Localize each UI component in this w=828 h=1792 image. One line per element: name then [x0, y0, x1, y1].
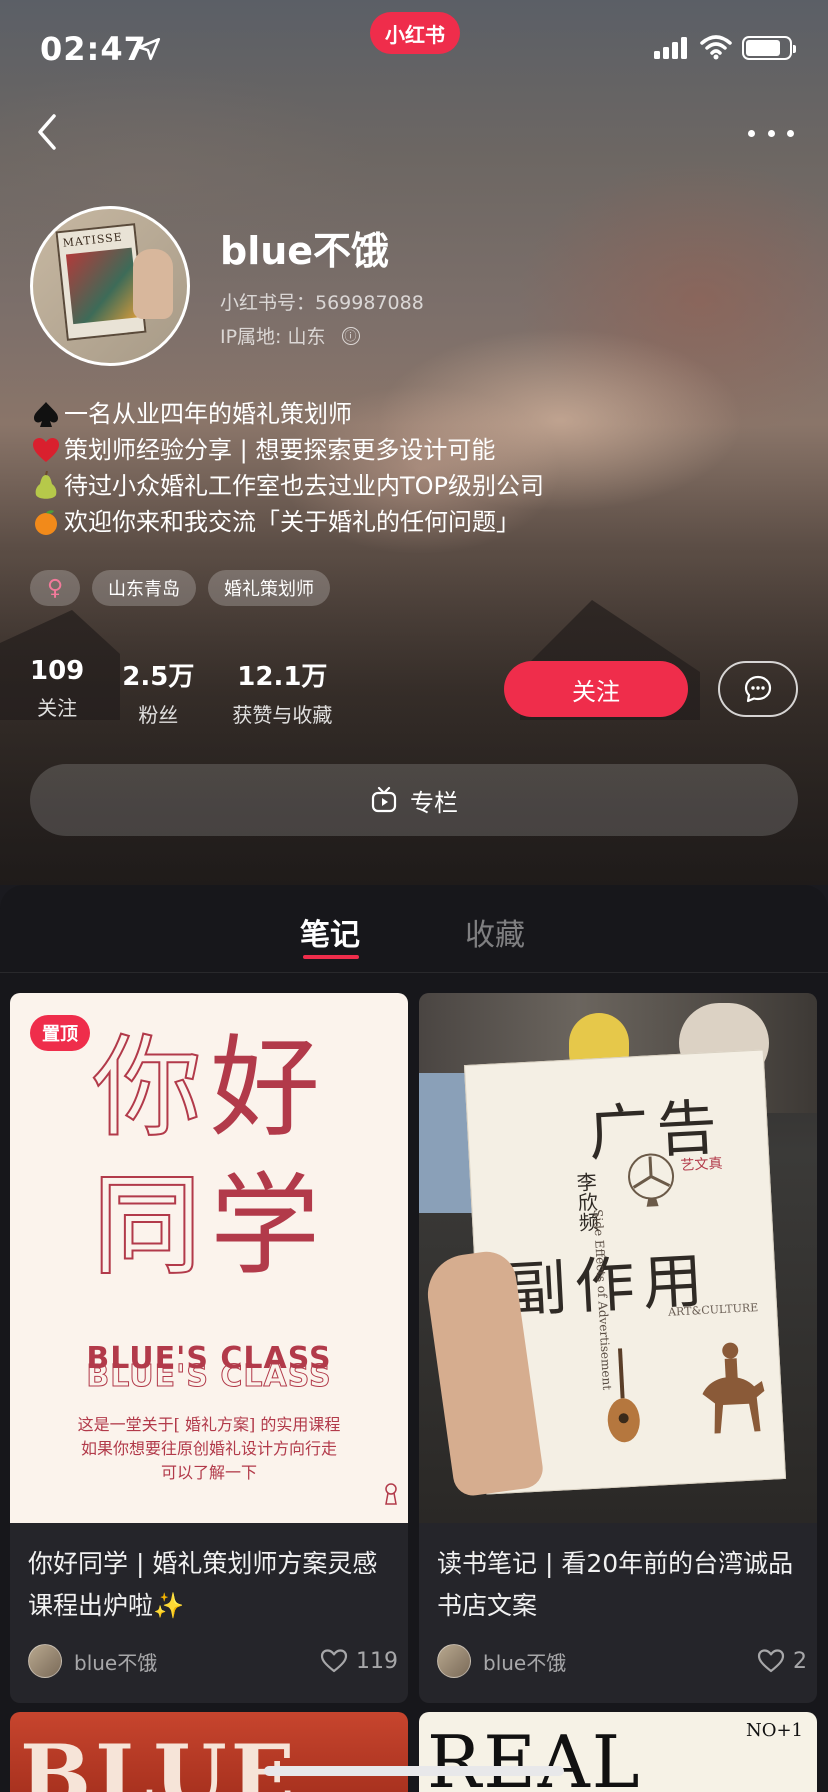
cover-desc-line: 可以了解一下	[160, 1463, 257, 1482]
job-tag[interactable]: 婚礼策划师	[208, 570, 330, 606]
book-tag: 艺文真	[680, 1155, 723, 1174]
heart-icon	[30, 434, 62, 466]
cover-desc-line: 这是一堂关于[ 婚礼方案] 的实用课程	[77, 1415, 341, 1434]
pinned-badge: 置顶	[30, 1015, 90, 1051]
like-count: 2	[793, 1648, 807, 1674]
stat-number: 12.1万	[237, 662, 328, 692]
message-button[interactable]	[718, 661, 798, 717]
gender-tag: ♀	[30, 570, 80, 606]
cellular-signal-icon	[654, 37, 687, 59]
follow-button[interactable]: 关注	[504, 661, 688, 717]
tab-divider	[0, 972, 828, 973]
note-meta: blue不饿 119	[28, 1643, 398, 1679]
spade-icon	[30, 398, 62, 430]
bio-text: 欢迎你来和我交流「关于婚礼的任何问题」	[64, 508, 520, 536]
bio-line: 策划师经验分享 | 想要探索更多设计可能	[30, 432, 790, 468]
profile-stats: 109 关注 2.5万 粉丝 12.1万 获赞与收藏	[30, 656, 370, 728]
stat-likes-collects[interactable]: 12.1万 获赞与收藏	[232, 656, 332, 728]
fan-illustration	[628, 1153, 675, 1207]
note-cover: 广告 艺文真 李欣频 副作用 Side Effects of Advertise…	[419, 993, 817, 1523]
profile-ip-location: IP属地: 山东 ⓘ	[220, 322, 360, 349]
note-title: 读书笔记 | 看20年前的台湾诚品书店文案	[437, 1549, 794, 1620]
content-tabs: 笔记 收藏	[0, 885, 828, 973]
cover-char: 同	[91, 1162, 203, 1290]
bio-text: 待过小众婚礼工作室也去过业内TOP级别公司	[64, 472, 545, 500]
stat-label: 关注	[37, 696, 78, 720]
author-avatar	[437, 1644, 471, 1678]
cover-char: 学	[210, 1162, 320, 1290]
status-time: 02:47	[40, 30, 147, 68]
guitar-illustration	[607, 1348, 640, 1443]
bio-line: 待过小众婚礼工作室也去过业内TOP级别公司	[30, 468, 790, 504]
profile-name: blue不饿	[220, 229, 390, 273]
profile-id: 小红书号：569987088	[220, 292, 424, 314]
location-arrow-icon	[137, 37, 161, 61]
chat-bubble-icon	[744, 675, 772, 703]
ip-location-text: IP属地: 山东	[220, 326, 326, 348]
stat-number: 2.5万	[122, 662, 195, 692]
note-meta: blue不饿 2	[437, 1643, 807, 1679]
peek-cover-number: NO+1	[745, 1720, 803, 1741]
home-indicator[interactable]	[264, 1766, 564, 1776]
location-tag[interactable]: 山东青岛	[92, 570, 196, 606]
heart-outline-icon[interactable]	[320, 1648, 348, 1674]
stat-followers[interactable]: 2.5万 粉丝	[122, 656, 194, 728]
info-icon[interactable]: ⓘ	[341, 326, 360, 345]
bio-text: 策划师经验分享 | 想要探索更多设计可能	[64, 436, 496, 464]
bio-line: 欢迎你来和我交流「关于婚礼的任何问题」	[30, 504, 790, 540]
note-card[interactable]: REAL NO+1	[419, 1712, 817, 1792]
female-icon: ♀	[46, 575, 64, 601]
column-button[interactable]: 专栏	[30, 764, 798, 836]
stat-label: 粉丝	[138, 703, 179, 727]
stat-number: 109	[30, 656, 85, 686]
bio-text: 一名从业四年的婚礼策划师	[64, 400, 352, 428]
note-title: 你好同学 | 婚礼策划师方案灵感课程出炉啦✨	[28, 1549, 378, 1620]
active-tab-indicator	[303, 955, 359, 959]
battery-icon	[742, 36, 796, 60]
note-cover: 置顶 你 好 同 学 BLUE'S CLASS BLUE'S CLASS 这是一…	[10, 993, 408, 1523]
more-options-icon[interactable]	[748, 118, 794, 148]
tab-collections[interactable]: 收藏	[465, 910, 525, 954]
profile-bio: 一名从业四年的婚礼策划师 策划师经验分享 | 想要探索更多设计可能 待过小众婚礼…	[30, 396, 790, 540]
cover-description: 这是一堂关于[ 婚礼方案] 的实用课程 如果你想要往原创婚礼设计方向行走 可以了…	[10, 1413, 408, 1485]
wifi-icon	[700, 35, 732, 60]
author-avatar	[28, 1644, 62, 1678]
pear-icon	[30, 470, 62, 502]
app-logo: 小红书	[370, 12, 460, 54]
tv-play-icon	[371, 786, 397, 813]
cover-class-title: BLUE'S CLASS	[86, 1341, 332, 1376]
author-name: blue不饿	[74, 1650, 158, 1675]
status-bar: 02:47 小红书	[0, 0, 828, 100]
bio-line: 一名从业四年的婚礼策划师	[30, 396, 790, 432]
back-icon[interactable]	[30, 110, 70, 154]
cover-desc-line: 如果你想要往原创婚礼设计方向行走	[80, 1439, 337, 1458]
peek-cover-text: REAL	[427, 1720, 642, 1792]
note-card[interactable]: BLUE	[10, 1712, 408, 1792]
tab-notes[interactable]: 笔记	[300, 910, 360, 954]
keyhole-icon	[385, 1483, 397, 1505]
heart-outline-icon[interactable]	[757, 1648, 785, 1674]
cover-char: 你	[91, 1024, 203, 1152]
stat-label: 获赞与收藏	[232, 703, 333, 727]
horse-rider-illustration	[702, 1342, 765, 1434]
avatar[interactable]: MATISSE	[30, 206, 190, 366]
stat-following[interactable]: 109 关注	[30, 656, 84, 728]
author-name: blue不饿	[483, 1650, 567, 1675]
column-label: 专栏	[410, 788, 458, 817]
profile-tags: ♀ 山东青岛 婚礼策划师	[30, 570, 330, 606]
note-card[interactable]: 广告 艺文真 李欣频 副作用 Side Effects of Advertise…	[419, 993, 817, 1703]
note-card[interactable]: 置顶 你 好 同 学 BLUE'S CLASS BLUE'S CLASS 这是一…	[10, 993, 408, 1703]
cover-char: 好	[210, 1024, 320, 1152]
like-count: 119	[356, 1648, 398, 1674]
tangerine-icon	[30, 506, 62, 538]
peek-cover-text: BLUE	[20, 1726, 299, 1792]
